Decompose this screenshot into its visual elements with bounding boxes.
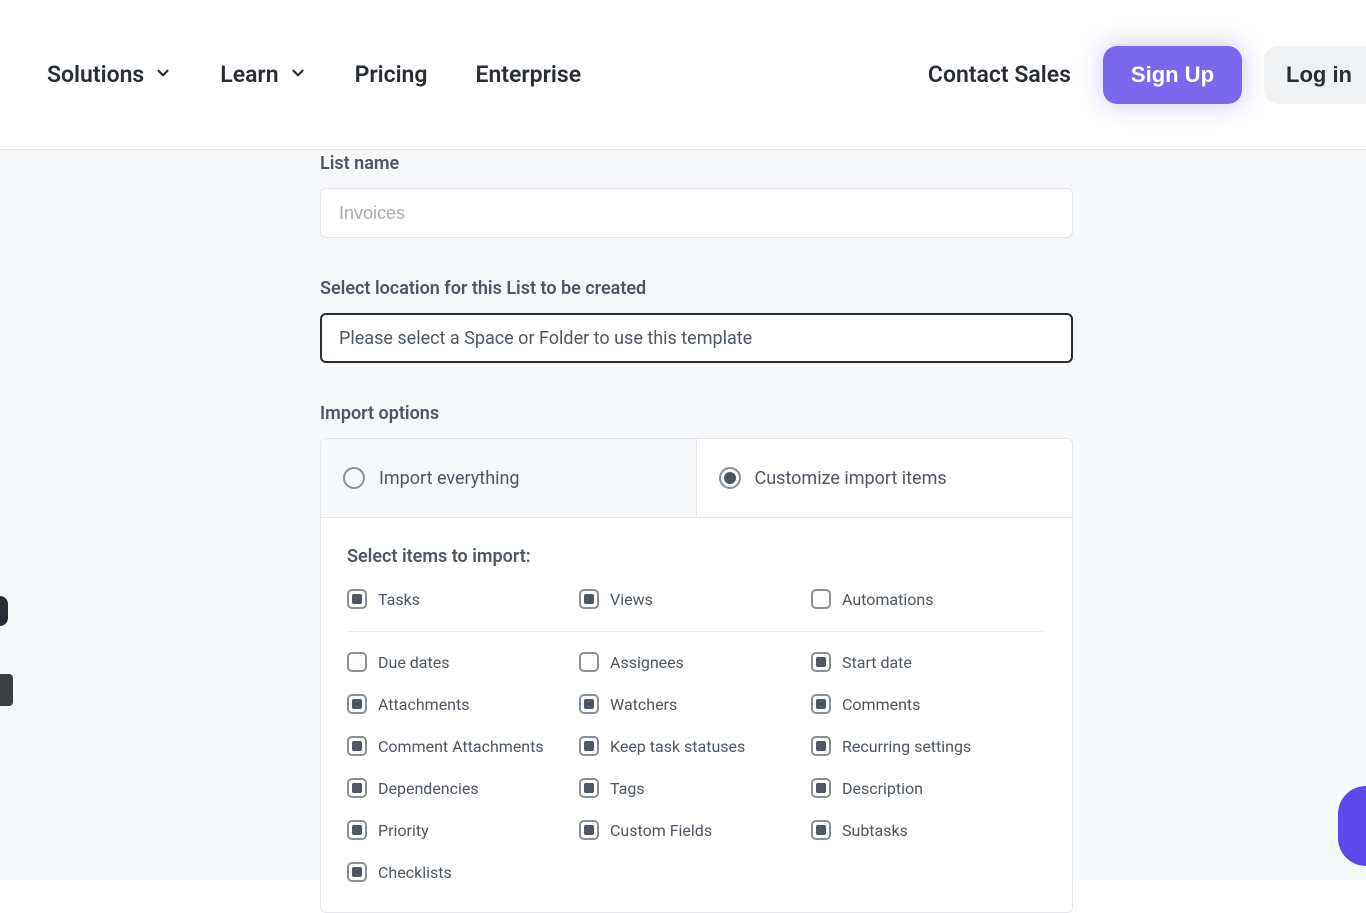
checkbox-item[interactable]: Dependencies xyxy=(347,778,579,798)
checkbox-item[interactable]: Comment Attachments xyxy=(347,736,579,756)
nav-pricing-label: Pricing xyxy=(355,61,428,88)
checkbox-label: Watchers xyxy=(610,695,677,714)
signup-button[interactable]: Sign Up xyxy=(1103,46,1242,104)
checkbox-label: Description xyxy=(842,779,923,798)
checkbox-checked-icon xyxy=(579,694,599,714)
checkbox-item[interactable]: Due dates xyxy=(347,652,579,672)
checkbox-label: Comment Attachments xyxy=(378,737,544,756)
checkbox-checked-icon xyxy=(579,589,599,609)
checkbox-item[interactable]: Comments xyxy=(811,694,1043,714)
nav-solutions-label: Solutions xyxy=(47,61,144,88)
checkbox-item[interactable]: Recurring settings xyxy=(811,736,1043,756)
tab-customize-import[interactable]: Customize import items xyxy=(697,439,1073,517)
checkbox-checked-icon xyxy=(579,736,599,756)
checkbox-label: Tags xyxy=(610,779,645,798)
contact-sales-link[interactable]: Contact Sales xyxy=(928,61,1071,88)
nav-learn[interactable]: Learn xyxy=(220,61,306,88)
login-label: Log in xyxy=(1286,62,1352,87)
radio-unchecked-icon xyxy=(343,467,365,489)
nav-learn-label: Learn xyxy=(220,61,278,88)
checkbox-item[interactable]: Start date xyxy=(811,652,1043,672)
chevron-down-icon xyxy=(154,61,172,88)
checkbox-label: Checklists xyxy=(378,863,452,882)
nav-solutions[interactable]: Solutions xyxy=(47,61,172,88)
checkbox-checked-icon xyxy=(579,820,599,840)
checkbox-label: Keep task statuses xyxy=(610,737,745,756)
checkbox-item[interactable]: Description xyxy=(811,778,1043,798)
tab-import-everything[interactable]: Import everything xyxy=(321,439,697,517)
checkbox-item[interactable]: Tasks xyxy=(347,589,579,609)
checkbox-item[interactable]: Attachments xyxy=(347,694,579,714)
import-tabs: Import everything Customize import items xyxy=(320,438,1073,518)
checkbox-label: Recurring settings xyxy=(842,737,971,756)
checkbox-checked-icon xyxy=(347,820,367,840)
top-nav: Solutions Learn Pricing Enterprise Conta… xyxy=(0,0,1366,150)
checkbox-item[interactable]: Watchers xyxy=(579,694,811,714)
list-name-label: List name xyxy=(320,150,1073,174)
checkbox-unchecked-icon xyxy=(347,652,367,672)
radio-checked-icon xyxy=(719,467,741,489)
checkbox-label: Due dates xyxy=(378,653,449,672)
checkbox-label: Subtasks xyxy=(842,821,908,840)
checkbox-label: Attachments xyxy=(378,695,470,714)
tab-customize-import-label: Customize import items xyxy=(755,468,947,489)
nav-left: Solutions Learn Pricing Enterprise xyxy=(47,61,581,88)
checkbox-checked-icon xyxy=(347,862,367,882)
checkbox-item[interactable]: Priority xyxy=(347,820,579,840)
checkbox-checked-icon xyxy=(811,820,831,840)
location-select[interactable]: Please select a Space or Folder to use t… xyxy=(320,313,1073,363)
checkbox-label: Assignees xyxy=(610,653,684,672)
checkbox-item[interactable]: Automations xyxy=(811,589,1043,609)
checkbox-checked-icon xyxy=(811,736,831,756)
help-fab[interactable] xyxy=(1338,786,1366,866)
import-options-label: Import options xyxy=(320,403,1073,424)
checkbox-item[interactable]: Subtasks xyxy=(811,820,1043,840)
checkbox-label: Dependencies xyxy=(378,779,479,798)
checkbox-item[interactable]: Assignees xyxy=(579,652,811,672)
list-name-input[interactable] xyxy=(320,188,1073,238)
items-title: Select items to import: xyxy=(347,546,1046,567)
nav-enterprise-label: Enterprise xyxy=(475,61,581,88)
contact-sales-label: Contact Sales xyxy=(928,61,1071,88)
checkbox-unchecked-icon xyxy=(811,589,831,609)
side-widget-handle[interactable] xyxy=(0,596,8,626)
checkbox-item[interactable]: Custom Fields xyxy=(579,820,811,840)
checkbox-item[interactable]: Views xyxy=(579,589,811,609)
checkbox-checked-icon xyxy=(811,694,831,714)
chevron-down-icon xyxy=(289,61,307,88)
checkbox-label: Comments xyxy=(842,695,920,714)
checkbox-checked-icon xyxy=(347,694,367,714)
nav-enterprise[interactable]: Enterprise xyxy=(475,61,581,88)
items-grid: Due dates Assignees Start date Attachments W… xyxy=(347,652,1046,882)
nav-right: Contact Sales Sign Up Log in xyxy=(928,46,1366,104)
nav-pricing[interactable]: Pricing xyxy=(355,61,428,88)
checkbox-item[interactable]: Checklists xyxy=(347,862,579,882)
checkbox-label: Views xyxy=(610,590,653,609)
checkbox-checked-icon xyxy=(347,589,367,609)
checkbox-checked-icon xyxy=(811,778,831,798)
checkbox-item[interactable]: Keep task statuses xyxy=(579,736,811,756)
location-label: Select location for this List to be crea… xyxy=(320,278,1073,299)
divider xyxy=(347,631,1046,632)
checkbox-checked-icon xyxy=(579,778,599,798)
checkbox-checked-icon xyxy=(347,736,367,756)
checkbox-label: Custom Fields xyxy=(610,821,712,840)
checkbox-label: Start date xyxy=(842,653,912,672)
import-items-panel: Select items to import: Tasks Views Automa… xyxy=(320,518,1073,913)
checkbox-checked-icon xyxy=(347,778,367,798)
signup-label: Sign Up xyxy=(1131,62,1214,87)
template-form: List name Select location for this List … xyxy=(320,150,1073,913)
checkbox-label: Priority xyxy=(378,821,429,840)
content-area: List name Select location for this List … xyxy=(0,150,1366,880)
login-button[interactable]: Log in xyxy=(1264,46,1366,104)
top-items-row: Tasks Views Automations xyxy=(347,589,1046,609)
checkbox-label: Tasks xyxy=(378,590,420,609)
checkbox-checked-icon xyxy=(811,652,831,672)
checkbox-item[interactable]: Tags xyxy=(579,778,811,798)
side-widget-handle-2[interactable] xyxy=(0,674,13,706)
location-placeholder: Please select a Space or Folder to use t… xyxy=(339,328,752,349)
checkbox-unchecked-icon xyxy=(579,652,599,672)
tab-import-everything-label: Import everything xyxy=(379,468,520,489)
checkbox-label: Automations xyxy=(842,590,933,609)
